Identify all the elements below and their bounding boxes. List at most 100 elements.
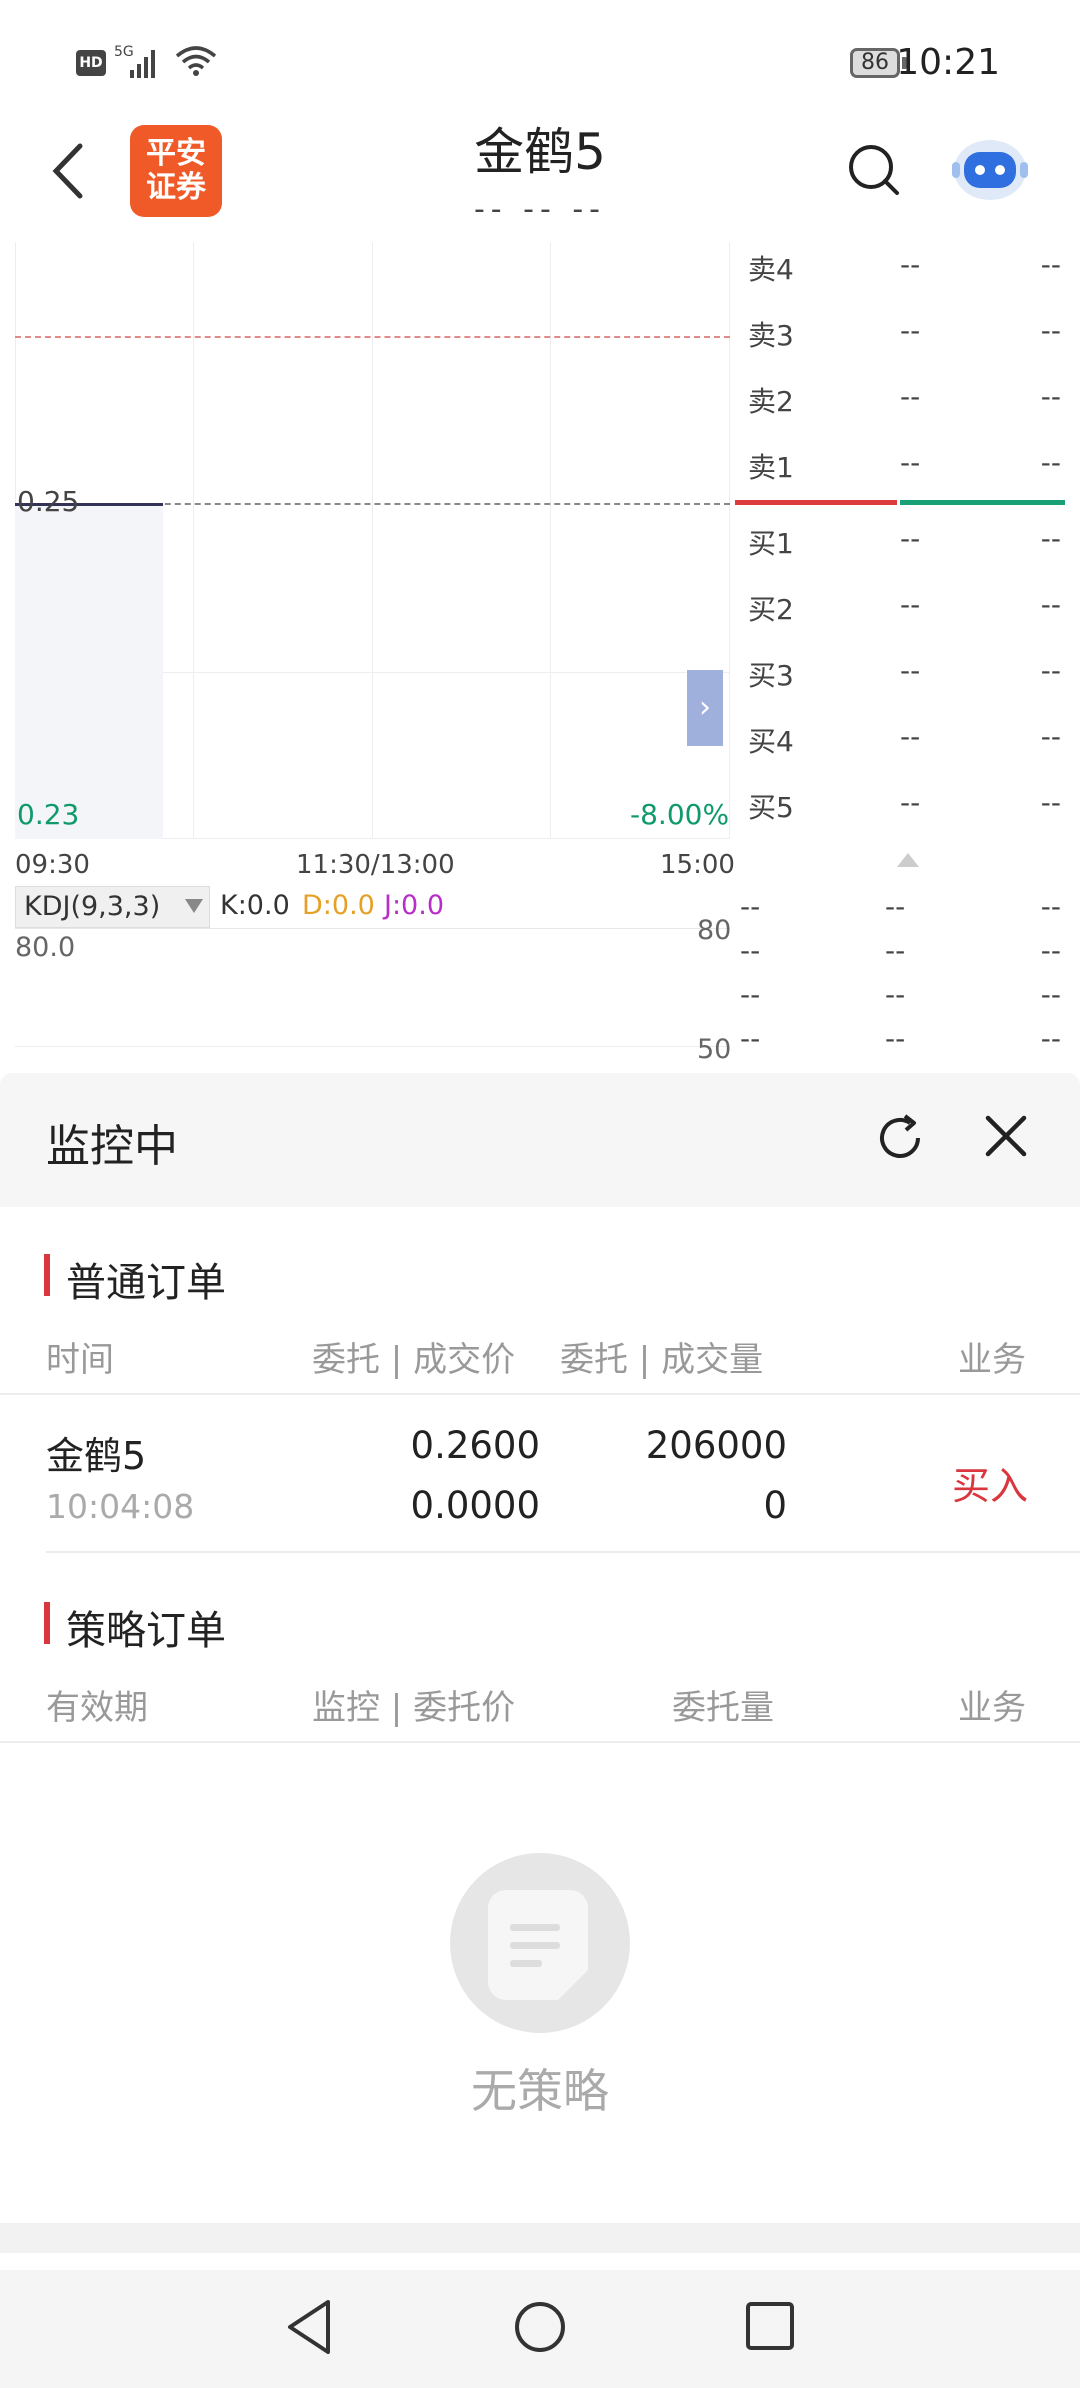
triangle-up-icon[interactable] (897, 853, 919, 867)
level-price: -- (900, 522, 921, 555)
order-book-row: 买1 -- -- (740, 522, 1065, 562)
section-title-normal: 普通订单 (66, 1260, 226, 1306)
col-header-biz: 业务 (958, 1340, 1026, 1380)
level-price: -- (900, 654, 921, 687)
level-name: 买3 (748, 659, 794, 692)
level-price: -- (900, 380, 921, 413)
status-bar: HD 5G 86 10:21 (0, 0, 1080, 110)
clock: 10:21 (896, 42, 1000, 83)
time-axis-mid: 11:30/13:00 (296, 850, 455, 880)
col-header-entrust-qty: 委托量 (672, 1688, 774, 1728)
circle-home-icon (515, 2302, 565, 2352)
order-book-row: 卖4 -- -- (740, 248, 1065, 288)
level-volume: -- (1040, 380, 1061, 413)
order-book-row: 买4 -- -- (740, 720, 1065, 760)
assistant-robot-button[interactable] (950, 132, 1030, 208)
tick-time: -- (740, 1022, 761, 1055)
trade-row: -- -- -- (740, 934, 1065, 974)
level-volume: -- (1040, 654, 1061, 687)
nav-home-button[interactable] (512, 2298, 568, 2356)
search-button[interactable] (846, 142, 902, 198)
square-recents-icon (746, 2302, 794, 2350)
section-marker (44, 1602, 50, 1644)
kdj-k-value: K:0.0 (220, 890, 290, 921)
level-name: 买2 (748, 593, 794, 626)
level-volume: -- (1040, 314, 1061, 347)
kdj-j-value: J:0.0 (384, 890, 444, 921)
section-marker (44, 1254, 50, 1296)
order-row[interactable] (0, 1396, 1080, 1552)
col-header-biz: 业务 (958, 1688, 1026, 1728)
grid-line (729, 242, 730, 839)
level-name: 卖2 (748, 385, 794, 418)
order-deal-price: 0.0000 (410, 1484, 540, 1527)
level-volume: -- (1040, 720, 1061, 753)
tick-volume: -- (1040, 890, 1061, 923)
empty-state-text: 无策略 (471, 2064, 609, 2118)
level-name: 卖4 (748, 253, 794, 286)
level-volume: -- (1040, 446, 1061, 479)
page-title: 金鹤5 (474, 123, 606, 181)
refresh-button[interactable] (872, 1110, 928, 1166)
expand-chart-button[interactable]: › (687, 670, 723, 746)
tick-time: -- (740, 934, 761, 967)
grid-line (193, 242, 194, 839)
wifi-icon (175, 44, 217, 78)
panel-bottom-strip (0, 2223, 1080, 2253)
limit-line (15, 336, 730, 338)
tick-price: -- (885, 978, 906, 1011)
order-entrust-price: 0.2600 (410, 1424, 540, 1467)
page-subtitle: -- -- -- (473, 192, 607, 227)
tick-price: -- (885, 1022, 906, 1055)
tick-price: -- (885, 890, 906, 923)
tick-volume: -- (1040, 934, 1061, 967)
order-book-row: 卖1 -- -- (740, 446, 1065, 486)
level-price: -- (900, 248, 921, 281)
tick-volume: -- (1040, 978, 1061, 1011)
grid-line (15, 1046, 730, 1047)
col-header-time: 时间 (46, 1340, 114, 1380)
level-volume: -- (1040, 588, 1061, 621)
tick-time: -- (740, 890, 761, 923)
nav-back-button[interactable] (282, 2298, 336, 2356)
price-ref-label: 0.25 (17, 485, 80, 518)
col-header-qty: 委托 | 成交量 (560, 1340, 764, 1380)
level-price: -- (900, 786, 921, 819)
nav-recents-button[interactable] (744, 2300, 796, 2354)
order-book-row: 买3 -- -- (740, 654, 1065, 694)
order-entrust-qty: 206000 (645, 1424, 787, 1467)
section-title-strategy: 策略订单 (66, 1608, 226, 1654)
buy-side-bar (900, 500, 1065, 505)
order-book-row: 卖2 -- -- (740, 380, 1065, 420)
order-book-row: 卖3 -- -- (740, 314, 1065, 354)
tick-volume: -- (1040, 1022, 1061, 1055)
level-volume: -- (1040, 786, 1061, 819)
level-price: -- (900, 314, 921, 347)
change-pct-label: -8.00% (630, 798, 730, 831)
level-price: -- (900, 720, 921, 753)
triangle-back-icon (288, 2300, 330, 2354)
order-deal-qty: 0 (763, 1484, 787, 1527)
indicator-selector[interactable]: KDJ(9,3,3) (15, 886, 210, 928)
close-icon (985, 1115, 1027, 1157)
divider (46, 1551, 1080, 1553)
level-volume: -- (1040, 248, 1061, 281)
sell-side-bar (735, 500, 897, 505)
level-price: -- (900, 446, 921, 479)
tick-price: -- (885, 934, 906, 967)
trade-row: -- -- -- (740, 890, 1065, 930)
battery-icon: 86 (850, 48, 900, 78)
close-button[interactable] (978, 1108, 1034, 1164)
level-name: 卖1 (748, 451, 794, 484)
robot-icon (952, 140, 1028, 200)
order-action-buy: 买入 (952, 1464, 1029, 1508)
level-name: 买1 (748, 527, 794, 560)
kdj-axis-80: 80 (697, 915, 732, 946)
system-nav-bar (0, 2270, 1080, 2388)
panel-title: 监控中 (46, 1121, 178, 1172)
col-header-monitor-price: 监控 | 委托价 (312, 1688, 516, 1728)
trade-row: -- -- -- (740, 1022, 1065, 1062)
order-stock-name: 金鹤5 (46, 1434, 147, 1478)
caret-down-icon (185, 899, 203, 913)
grid-line (550, 242, 551, 839)
